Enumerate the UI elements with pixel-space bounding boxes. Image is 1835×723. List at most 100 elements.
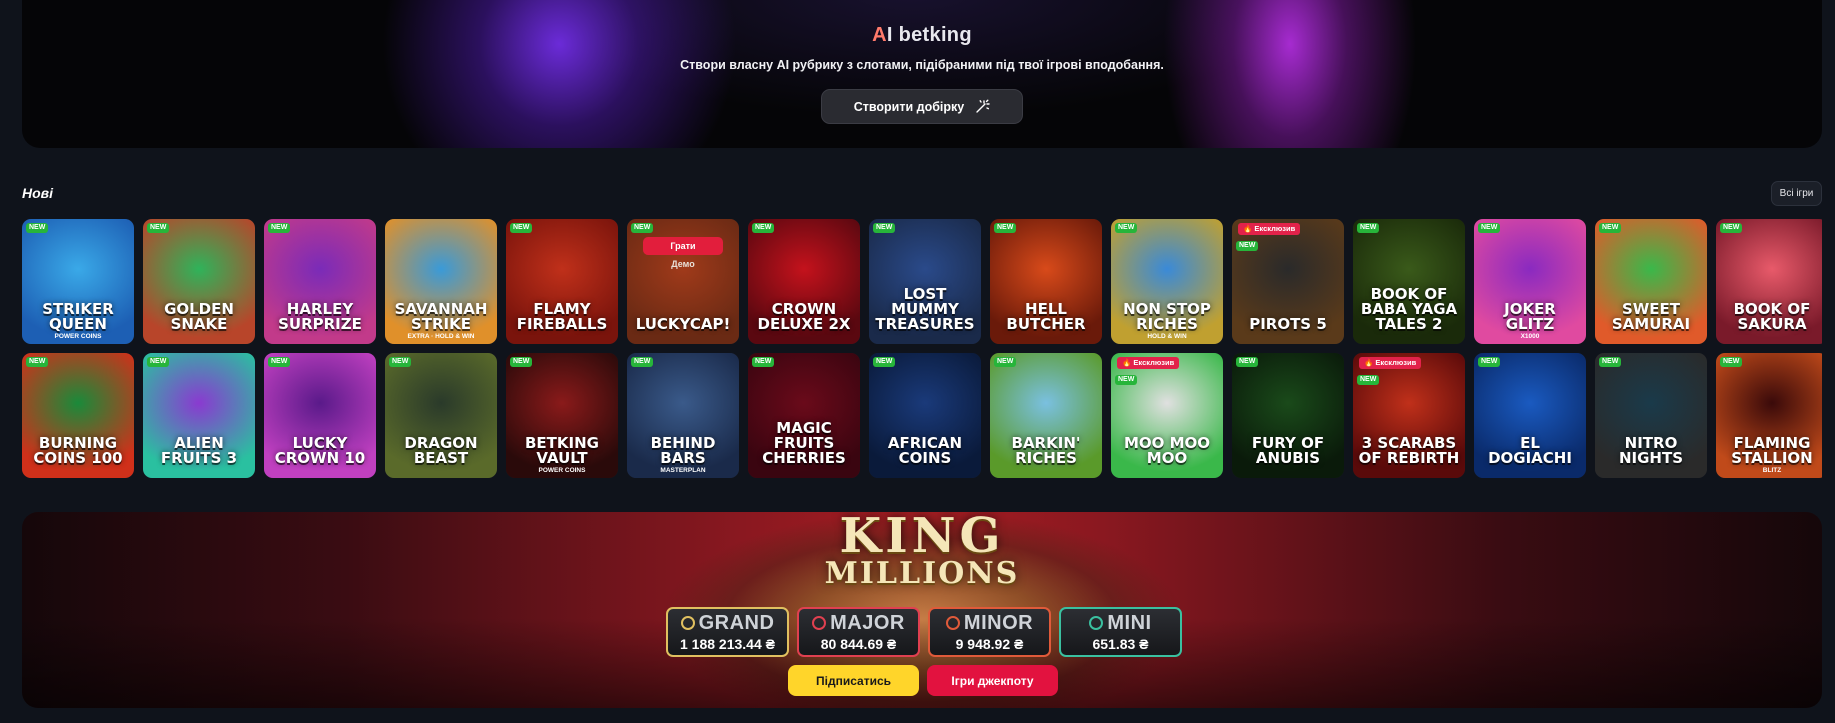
create-selection-button[interactable]: Створити добірку [821, 89, 1023, 124]
new-badge: NEW [1236, 241, 1259, 252]
ai-betking-banner: AI betking Створи власну AI рубрику з сл… [22, 0, 1822, 148]
jackpot-games-button[interactable]: Ігри джекпоту [927, 665, 1058, 696]
game-title: Striker Queen [42, 300, 114, 333]
demo-link[interactable]: Демо [643, 259, 723, 269]
game-title: Flamy Fireballs [516, 300, 608, 333]
game-tile[interactable]: Luckycap! NEW Грати Демо [627, 219, 739, 344]
new-badge: NEW [510, 223, 533, 234]
game-title: El Dogiachi [1488, 434, 1572, 467]
game-tile[interactable]: Golden Snake NEW [143, 219, 255, 344]
game-title: Harley SurPrize [278, 300, 362, 333]
new-badge: NEW [752, 223, 775, 234]
game-tile[interactable]: Lucky Crown 10 NEW [264, 353, 376, 478]
game-tile[interactable]: Crown Deluxe 2x NEW [748, 219, 860, 344]
game-tile[interactable]: Sweet Samurai NEW [1595, 219, 1707, 344]
game-title: Golden Snake [164, 300, 234, 333]
game-tile[interactable]: Flaming Stallion Blitz NEW [1716, 353, 1822, 478]
game-tile[interactable]: Striker Queen Power Coins NEW [22, 219, 134, 344]
game-title: Alien Fruits 3 [160, 434, 238, 467]
new-badge: NEW [268, 357, 291, 368]
jackpot-tier-name: MINI [1089, 613, 1151, 633]
game-tile[interactable]: Joker Glitz x1000 NEW [1474, 219, 1586, 344]
new-badge: NEW [268, 223, 291, 234]
new-badge: NEW [1720, 223, 1743, 234]
game-title: Joker Glitz [1504, 300, 1556, 333]
jackpot-tier-name: GRAND [680, 611, 775, 634]
play-button[interactable]: Грати [643, 237, 723, 255]
new-badge: NEW [147, 223, 170, 234]
game-title: 3 Scarabs of Rebirth [1358, 434, 1460, 467]
game-title: Moo Moo Moo [1123, 434, 1211, 467]
game-tile[interactable]: Burning Coins 100 NEW [22, 353, 134, 478]
jackpot-coin-icon [945, 615, 960, 630]
new-badge: NEW [631, 357, 654, 368]
game-title: Lost Mummy Treasures [875, 285, 975, 333]
game-tile[interactable]: Dragon Beast NEW [385, 353, 497, 478]
game-tile[interactable]: Non Stop Riches Hold & Win NEW [1111, 219, 1223, 344]
jackpot-tier-value: 9 948.92 ₴ [955, 635, 1024, 652]
jackpot-coin-icon [680, 615, 695, 630]
game-subtitle: Power Coins [54, 333, 102, 340]
exclusive-badge: 🔥 Ексклюзив [1359, 357, 1422, 369]
new-games-grid: Striker Queen Power Coins NEW Golden Snake N… [22, 219, 1822, 479]
new-badge: NEW [1599, 357, 1622, 368]
all-games-button[interactable]: Всі ігри [1771, 181, 1822, 206]
exclusive-badge: 🔥 Ексклюзив [1117, 357, 1180, 369]
jackpot-tier-name: MAJOR [812, 613, 905, 633]
new-badge: NEW [389, 357, 412, 368]
game-tile[interactable]: Book of Sakura NEW [1716, 219, 1822, 344]
jackpot-tier-label: MINI [1107, 611, 1152, 634]
jackpot-tier-major: MAJOR 80 844.69 ₴ [797, 607, 920, 657]
game-subtitle: Power Coins [538, 467, 586, 474]
game-tile[interactable]: Nitro Nights NEW [1595, 353, 1707, 478]
game-subtitle: Masterplan [660, 467, 706, 474]
game-tile[interactable]: Barkin' Riches NEW [990, 353, 1102, 478]
new-badge: NEW [1236, 357, 1259, 368]
game-tile[interactable]: Lost Mummy Treasures NEW [869, 219, 981, 344]
new-badge: NEW [873, 223, 896, 234]
game-tile[interactable]: Betking Vault Power Coins NEW [506, 353, 618, 478]
game-subtitle: Extra · Hold & Win [407, 333, 475, 340]
game-tile[interactable]: Flamy Fireballs NEW [506, 219, 618, 344]
game-tile[interactable]: Book of Baba Yaga Tales 2 NEW [1353, 219, 1465, 344]
game-tile[interactable]: Pirots 5 🔥 Ексклюзив NEW [1232, 219, 1344, 344]
jackpot-coin-icon [1089, 615, 1104, 630]
jackpot-tier-label: MAJOR [830, 611, 905, 634]
game-tile[interactable]: 3 Scarabs of Rebirth 🔥 Ексклюзив NEW [1353, 353, 1465, 478]
jackpot-tier-mini: MINI 651.83 ₴ [1059, 607, 1182, 657]
new-badge: NEW [1115, 223, 1138, 234]
king-millions-jackpot-banner: KING MILLIONS GRAND 1 188 213.44 ₴ MAJOR 80… [22, 512, 1822, 708]
game-tile[interactable]: Magic Fruits Cherries NEW [748, 353, 860, 478]
game-tile[interactable]: Harley SurPrize NEW [264, 219, 376, 344]
new-badge: NEW [1720, 357, 1743, 368]
magic-wand-icon [976, 99, 990, 113]
jackpot-tier-label: GRAND [698, 611, 775, 634]
jackpot-tier-label: MINOR [963, 611, 1034, 634]
game-tile[interactable]: Behind Bars Masterplan NEW [627, 353, 739, 478]
jackpot-tier-value: 651.83 ₴ [1092, 635, 1149, 652]
new-badge: NEW [631, 223, 654, 234]
game-tile[interactable]: Fury of Anubis NEW [1232, 353, 1344, 478]
game-title: Betking Vault [525, 434, 599, 467]
subscribe-button[interactable]: Підписатись [788, 665, 919, 696]
game-tile[interactable]: Savannah Strike Extra · Hold & Win [385, 219, 497, 344]
jackpot-tier-minor: MINOR 9 948.92 ₴ [928, 607, 1051, 657]
game-tile[interactable]: African Coins NEW [869, 353, 981, 478]
new-badge: NEW [1478, 223, 1501, 234]
game-title: Barkin' Riches [1011, 434, 1081, 467]
game-title: Flaming Stallion [1731, 434, 1813, 467]
game-title: Book of Sakura [1733, 300, 1811, 333]
new-badge: NEW [1357, 223, 1380, 234]
game-tile[interactable]: El Dogiachi NEW [1474, 353, 1586, 478]
new-badge: NEW [510, 357, 533, 368]
game-tile[interactable]: Hell Butcher NEW [990, 219, 1102, 344]
game-title: Savannah Strike [394, 300, 488, 333]
create-selection-label: Створити добірку [853, 99, 965, 114]
game-tile[interactable]: Alien Fruits 3 NEW [143, 353, 255, 478]
new-badge: NEW [994, 357, 1017, 368]
game-tile[interactable]: Moo Moo Moo 🔥 Ексклюзив NEW [1111, 353, 1223, 478]
new-badge: NEW [1115, 375, 1138, 386]
game-title: Behind Bars [650, 434, 716, 467]
new-badge: NEW [26, 223, 49, 234]
jackpot-coin-icon [812, 615, 827, 630]
